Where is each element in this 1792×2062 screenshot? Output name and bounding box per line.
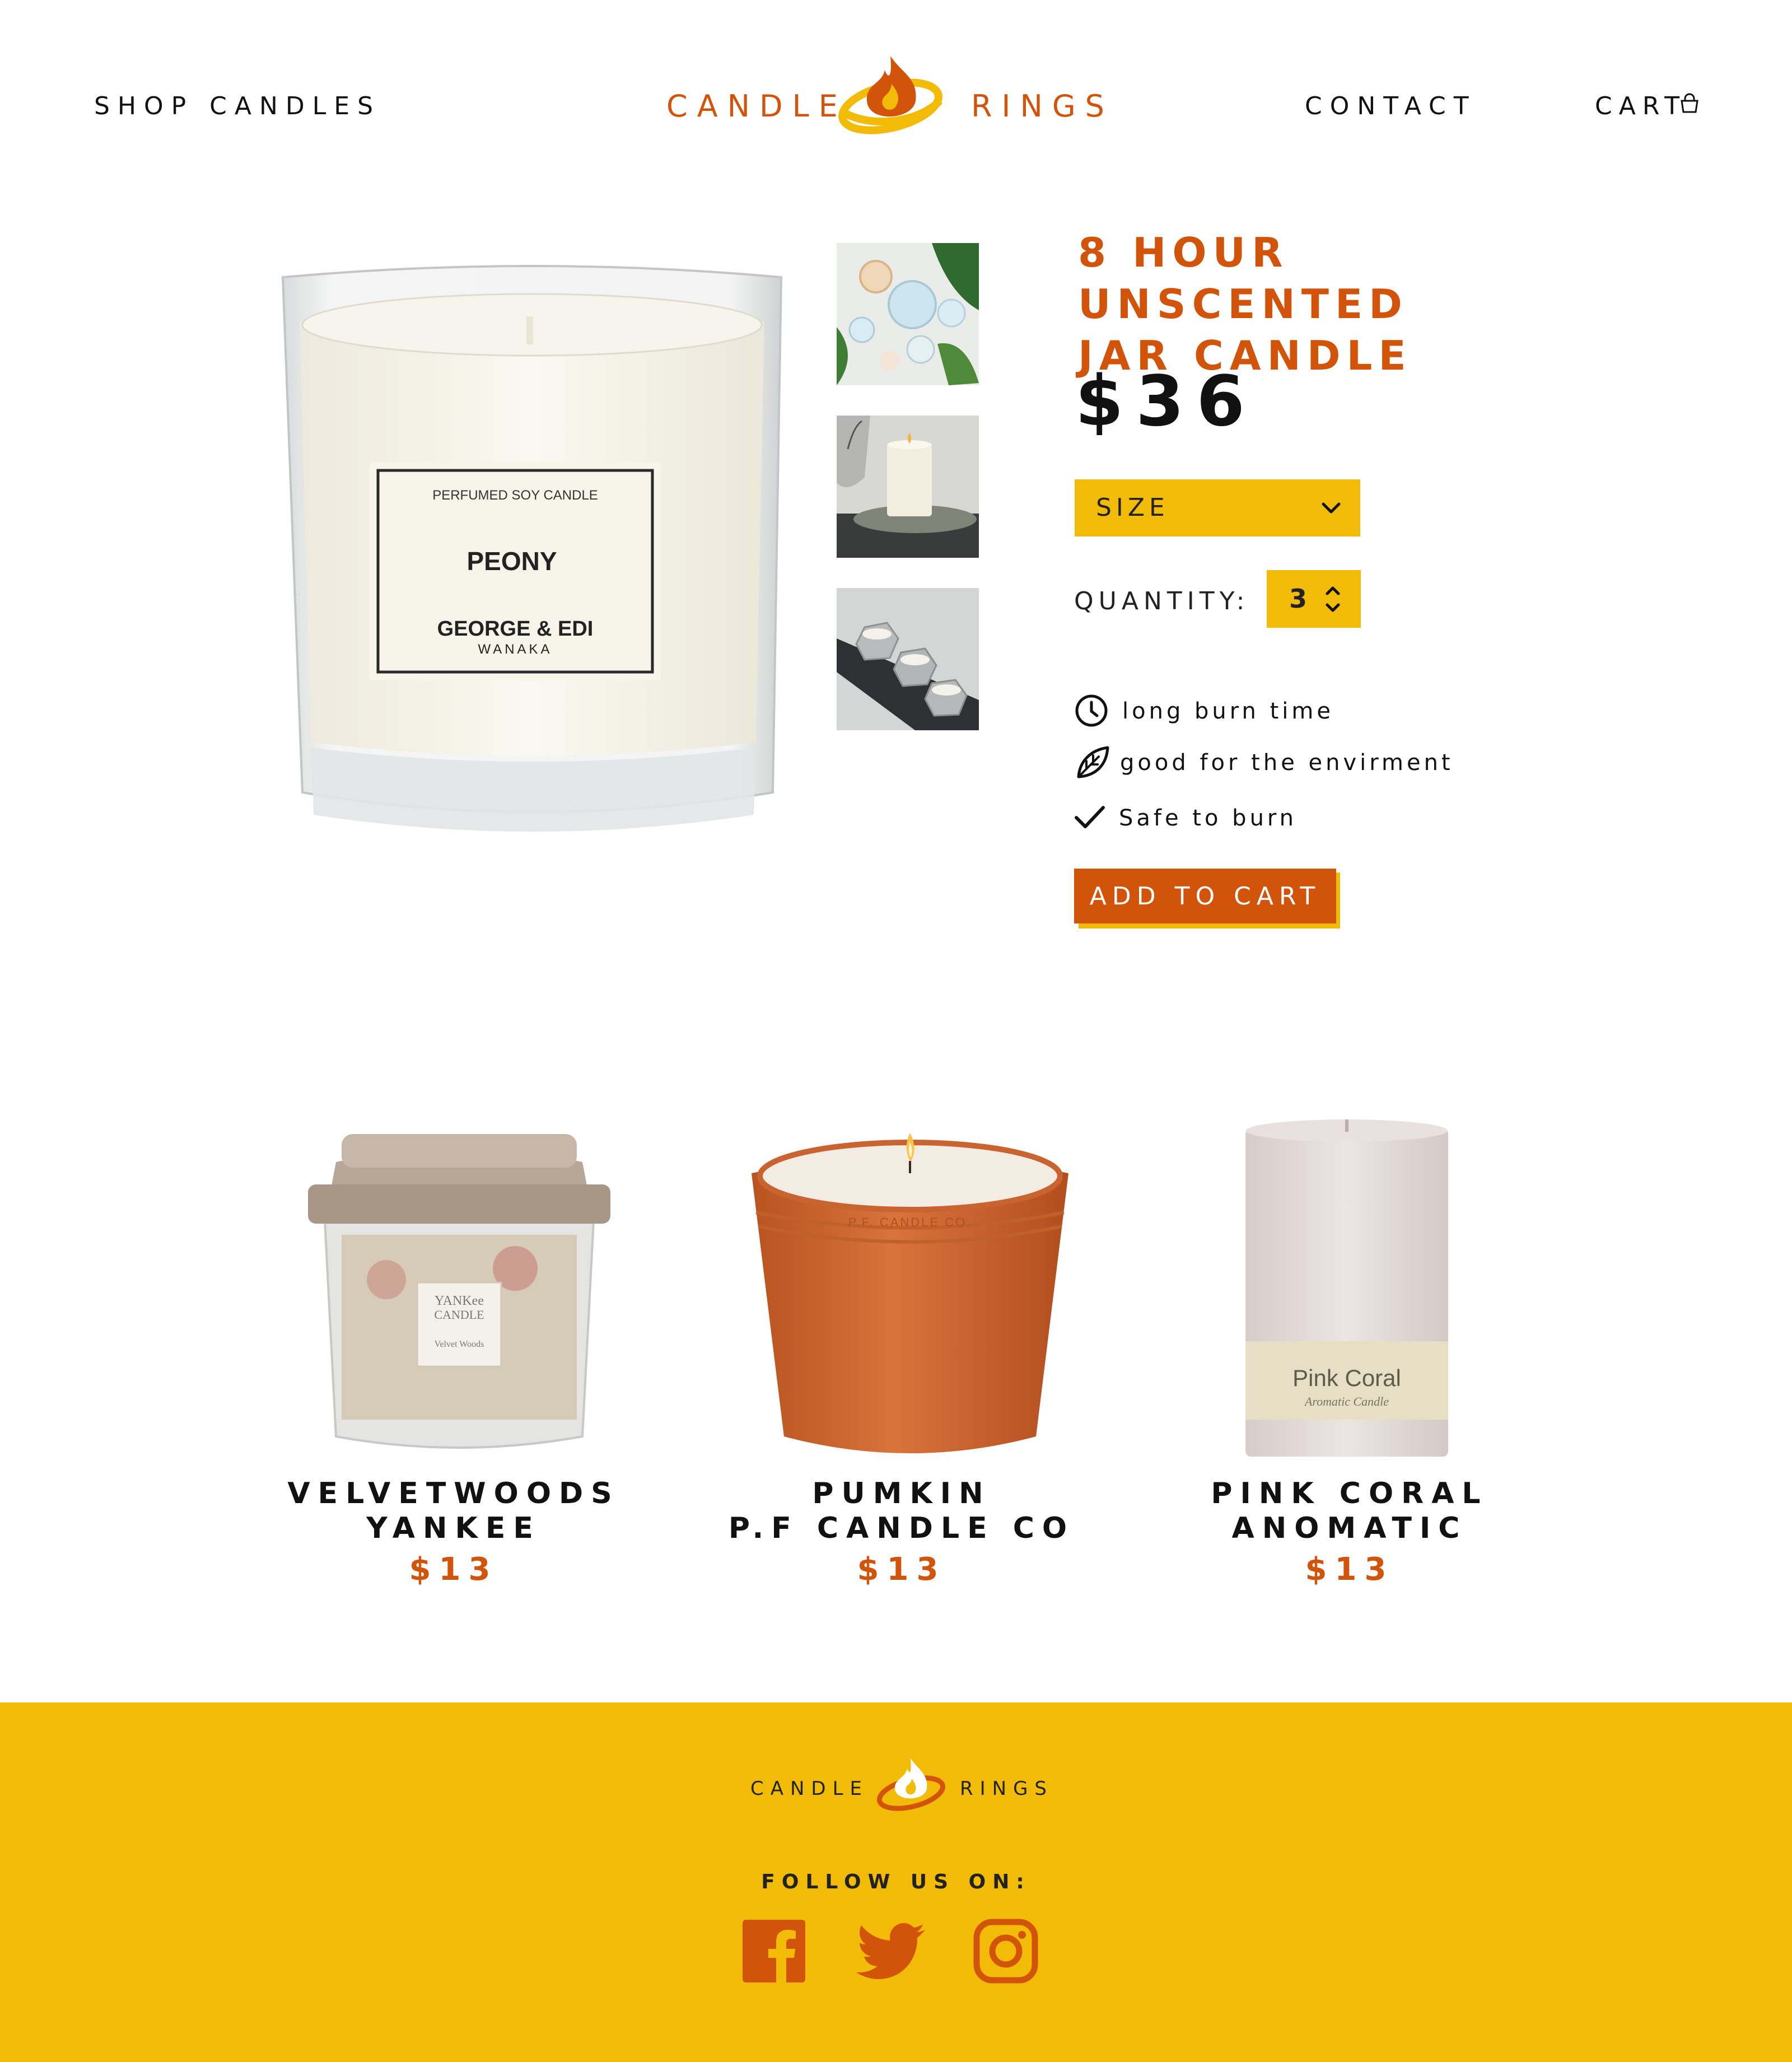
- footer-logo-text-right: RINGS: [960, 1778, 1054, 1800]
- facebook-icon: [743, 1920, 805, 1982]
- feature-text: long burn time: [1122, 698, 1334, 724]
- product-price: $36: [1075, 361, 1257, 442]
- related-name-2: PUMKIN P.F CANDLE CO: [706, 1476, 1098, 1546]
- twitter-link[interactable]: [855, 1918, 927, 1985]
- jar-text-2: CANDLE: [434, 1308, 484, 1322]
- flame-ring-logo-icon: [838, 56, 943, 134]
- related-name-3: PINK CORAL ANOMATIC: [1154, 1476, 1546, 1546]
- add-to-cart-button[interactable]: ADD TO CART: [1074, 869, 1336, 923]
- jar-text-1: YANKee: [435, 1294, 484, 1308]
- feature-text: good for the envirment: [1120, 750, 1454, 776]
- clock-icon: [1075, 694, 1108, 727]
- pot-text: P.F. CANDLE CO.: [848, 1215, 972, 1229]
- related-name-line2: P.F CANDLE CO: [728, 1511, 1075, 1545]
- jar-candle-photo: PERFUMED SOY CANDLE PEONY GEORGE & EDI W…: [281, 265, 783, 832]
- product-title-line1: 8 HOUR UNSCENTED: [1078, 229, 1408, 328]
- label-place-text: WANAKA: [478, 642, 552, 657]
- yankee-candle-photo: YANKee CANDLE Velvet Woods: [308, 1134, 610, 1449]
- main-product-image: PERFUMED SOY CANDLE PEONY GEORGE & EDI W…: [280, 255, 784, 888]
- thumbnail-3-image: [837, 588, 979, 730]
- pillar-text-1: Pink Coral: [1292, 1365, 1401, 1391]
- stepper-arrows-icon[interactable]: [1323, 582, 1343, 616]
- label-name-text: PEONY: [466, 547, 557, 576]
- related-price-3: $13: [1305, 1551, 1394, 1588]
- footer-flame-logo-icon: [876, 1758, 946, 1811]
- related-price-1: $13: [409, 1551, 498, 1588]
- thumbnail-3[interactable]: [837, 588, 979, 730]
- check-icon: [1075, 806, 1105, 828]
- quantity-label: QUANTITY:: [1074, 587, 1250, 615]
- feature-text: Safe to burn: [1119, 805, 1298, 831]
- leaf-icon: [1077, 746, 1109, 778]
- size-select-label: SIZE: [1096, 493, 1169, 522]
- twitter-icon: [856, 1923, 925, 1979]
- logo-text-left: CANDLE: [666, 88, 847, 124]
- contact-link[interactable]: CONTACT: [1305, 92, 1477, 120]
- jar-text-3: Velvet Woods: [435, 1340, 484, 1349]
- related-image-1[interactable]: YANKee CANDLE Velvet Woods: [302, 1123, 616, 1459]
- related-name-line1: VELVETWOODS: [287, 1477, 620, 1510]
- label-top-text: PERFUMED SOY CANDLE: [432, 488, 598, 503]
- pumpkin-candle-photo: P.F. CANDLE CO.: [752, 1133, 1068, 1453]
- site-footer: CANDLE RINGS FOLLOW US ON:: [0, 1702, 1792, 2062]
- related-image-2[interactable]: P.F. CANDLE CO.: [745, 1123, 1075, 1459]
- size-select[interactable]: SIZE: [1075, 479, 1360, 537]
- cart-label: CART: [1595, 92, 1687, 120]
- related-name-line1: PINK CORAL: [1211, 1477, 1488, 1510]
- related-price-2: $13: [857, 1551, 946, 1588]
- footer-logo[interactable]: CANDLE RINGS: [750, 1753, 1053, 1814]
- label-brand-text: GEORGE & EDI: [437, 617, 594, 641]
- cart-link[interactable]: CART: [1595, 92, 1698, 120]
- thumbnail-2[interactable]: [837, 416, 979, 558]
- related-name-line1: PUMKIN: [812, 1477, 991, 1510]
- pillar-text-2: Aromatic Candle: [1304, 1394, 1389, 1408]
- shop-candles-link[interactable]: SHOP CANDLES: [94, 92, 381, 120]
- facebook-link[interactable]: [740, 1918, 808, 1985]
- logo-text-right: RINGS: [971, 88, 1114, 124]
- site-logo[interactable]: CANDLE RINGS: [666, 45, 1104, 140]
- related-name-1: VELVETWOODS YANKEE: [258, 1476, 650, 1546]
- thumbnail-2-image: [837, 416, 979, 558]
- follow-us-label: FOLLOW US ON:: [761, 1870, 1031, 1893]
- instagram-link[interactable]: [972, 1918, 1039, 1985]
- product-title: 8 HOUR UNSCENTED JAR CANDLE: [1078, 227, 1638, 381]
- related-image-3[interactable]: Pink Coral Aromatic Candle: [1243, 1117, 1450, 1459]
- quantity-value: 3: [1289, 584, 1308, 614]
- related-name-line2: ANOMATIC: [1231, 1511, 1468, 1545]
- quantity-stepper[interactable]: 3: [1267, 570, 1361, 628]
- thumbnail-1[interactable]: [837, 243, 979, 385]
- related-name-line2: YANKEE: [366, 1511, 541, 1545]
- shopping-bag-icon: [1681, 93, 1698, 113]
- instagram-icon: [973, 1919, 1038, 1984]
- pink-coral-candle-photo: Pink Coral Aromatic Candle: [1245, 1119, 1448, 1457]
- chevron-down-icon: [1322, 502, 1341, 514]
- thumbnail-1-image: [837, 243, 979, 385]
- footer-logo-text-left: CANDLE: [750, 1778, 869, 1800]
